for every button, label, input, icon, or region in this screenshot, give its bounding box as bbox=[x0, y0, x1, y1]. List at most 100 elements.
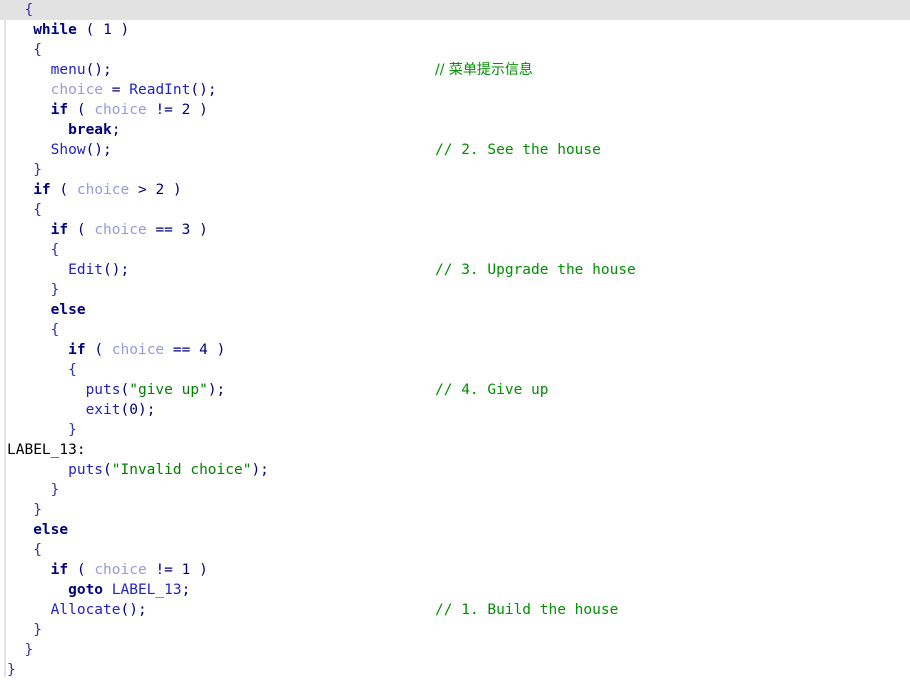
code-line[interactable]: Edit(); // 3. Upgrade the house bbox=[0, 260, 910, 280]
token-var[interactable]: choice bbox=[94, 222, 146, 238]
token-fn[interactable]: ReadInt bbox=[129, 82, 190, 98]
code-line-text: exit(0); bbox=[7, 400, 156, 420]
token-fn[interactable]: exit bbox=[86, 402, 121, 418]
code-line[interactable]: if ( choice == 3 ) bbox=[0, 220, 910, 240]
pseudocode-view[interactable]: { while ( 1 ) { menu();// 菜单提示信息 choice … bbox=[0, 0, 910, 680]
code-line-text: } bbox=[7, 640, 33, 660]
token-var[interactable]: choice bbox=[51, 82, 103, 98]
token-labelref[interactable]: LABEL_13 bbox=[112, 582, 182, 598]
token-punct: ( bbox=[120, 382, 130, 398]
token-kw: if bbox=[68, 342, 86, 358]
token-var[interactable]: choice bbox=[94, 102, 146, 118]
code-line[interactable]: } bbox=[0, 160, 910, 180]
code-line[interactable]: LABEL_13: bbox=[0, 440, 910, 460]
token-brace: } bbox=[68, 422, 77, 438]
token-var[interactable]: choice bbox=[77, 182, 129, 198]
code-line-text: goto LABEL_13; bbox=[7, 580, 190, 600]
code-line[interactable]: } bbox=[0, 620, 910, 640]
token-fn[interactable]: puts bbox=[68, 462, 103, 478]
code-line[interactable]: else bbox=[0, 300, 910, 320]
code-line-text: if ( choice == 4 ) bbox=[7, 340, 225, 360]
token-punct: ( bbox=[103, 462, 112, 478]
token-brace: { bbox=[33, 542, 42, 558]
token-var[interactable]: choice bbox=[94, 562, 146, 578]
code-line[interactable]: else bbox=[0, 520, 910, 540]
token-punct: ; bbox=[111, 122, 121, 138]
token-fn[interactable]: puts bbox=[86, 382, 121, 398]
code-line[interactable]: { bbox=[0, 200, 910, 220]
code-line-text: { bbox=[7, 540, 42, 560]
code-line[interactable]: } bbox=[0, 640, 910, 660]
code-line[interactable]: menu(); // 菜单提示信息 bbox=[0, 60, 910, 80]
code-line-list: { while ( 1 ) { menu();// 菜单提示信息 choice … bbox=[0, 0, 910, 680]
code-line[interactable]: if ( choice != 1 ) bbox=[0, 560, 910, 580]
token-var[interactable]: choice bbox=[112, 342, 164, 358]
code-line[interactable]: if ( choice != 2 ) bbox=[0, 100, 910, 120]
code-line-text: { bbox=[7, 360, 77, 380]
code-line[interactable]: choice = ReadInt(); bbox=[0, 80, 910, 100]
token-punct: ); bbox=[251, 462, 269, 478]
token-brace: { bbox=[33, 42, 42, 58]
token-fn[interactable]: menu bbox=[51, 62, 86, 78]
code-line[interactable]: { bbox=[0, 40, 910, 60]
code-comment: // 1. Build the house bbox=[435, 602, 619, 618]
code-line[interactable]: if ( choice == 4 ) bbox=[0, 340, 910, 360]
code-line[interactable]: exit(0); bbox=[0, 400, 910, 420]
token-label[interactable]: LABEL_13: bbox=[7, 442, 86, 458]
code-line[interactable]: puts("Invalid choice"); bbox=[0, 460, 910, 480]
token-punct: ); bbox=[137, 402, 156, 418]
code-line-text: puts("Invalid choice"); bbox=[7, 460, 269, 480]
code-line[interactable]: } bbox=[0, 420, 910, 440]
code-line-text: } bbox=[7, 420, 77, 440]
code-line[interactable]: if ( choice > 2 ) bbox=[0, 180, 910, 200]
code-line[interactable]: break; bbox=[0, 120, 910, 140]
token-punct: (); bbox=[190, 82, 217, 98]
token-brace: } bbox=[7, 662, 16, 678]
token-kw: while bbox=[33, 22, 77, 38]
token-kw: if bbox=[50, 102, 69, 118]
code-comment: // 3. Upgrade the house bbox=[435, 262, 636, 278]
token-fn[interactable]: Show bbox=[51, 142, 86, 158]
code-line[interactable]: Show(); // 2. See the house bbox=[0, 140, 910, 160]
code-line[interactable]: } bbox=[0, 280, 910, 300]
code-line[interactable]: } bbox=[0, 660, 910, 680]
token-fn[interactable]: Allocate bbox=[51, 602, 121, 618]
code-line[interactable]: goto LABEL_13; bbox=[0, 580, 910, 600]
code-line[interactable]: { bbox=[0, 240, 910, 260]
code-line[interactable]: while ( 1 ) bbox=[0, 20, 910, 40]
token-punct: ) bbox=[199, 102, 208, 118]
token-fn[interactable]: Edit bbox=[68, 262, 103, 278]
token-brace: } bbox=[33, 502, 42, 518]
code-line[interactable]: { bbox=[0, 0, 910, 20]
code-line[interactable]: { bbox=[0, 360, 910, 380]
code-line[interactable]: { bbox=[0, 540, 910, 560]
token-num: 1 bbox=[103, 22, 112, 38]
code-line[interactable]: } bbox=[0, 480, 910, 500]
token-kw: break bbox=[68, 122, 112, 138]
code-line[interactable]: Allocate(); // 1. Build the house bbox=[0, 600, 910, 620]
code-line[interactable]: { bbox=[0, 320, 910, 340]
code-line-text: { bbox=[7, 240, 60, 260]
code-line[interactable]: } bbox=[0, 500, 910, 520]
code-line[interactable]: puts("give up"); // 4. Give up bbox=[0, 380, 910, 400]
